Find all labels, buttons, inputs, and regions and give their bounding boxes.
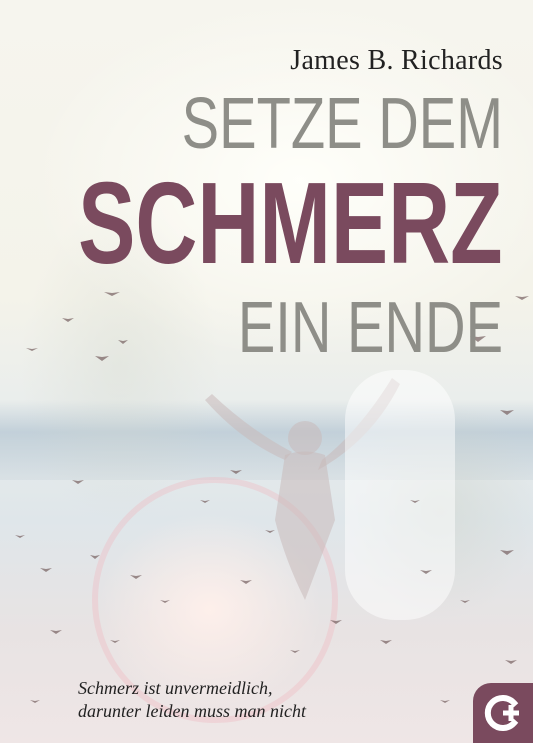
tagline-line-1: Schmerz ist unvermeidlich, bbox=[78, 678, 273, 698]
title-line-1: SETZE DEM bbox=[181, 84, 503, 164]
book-cover: James B. Richards SETZE DEM SCHMERZ EIN … bbox=[0, 0, 533, 743]
gerth-g-plus-icon bbox=[484, 695, 519, 731]
tagline-line-2: darunter leiden muss man nicht bbox=[78, 701, 306, 721]
tagline: Schmerz ist unvermeidlich, darunter leid… bbox=[78, 677, 306, 723]
title-line-3: EIN ENDE bbox=[237, 288, 503, 368]
author-name: James B. Richards bbox=[290, 45, 503, 76]
title-line-2: SCHMERZ bbox=[78, 158, 503, 288]
publisher-logo bbox=[473, 683, 533, 743]
